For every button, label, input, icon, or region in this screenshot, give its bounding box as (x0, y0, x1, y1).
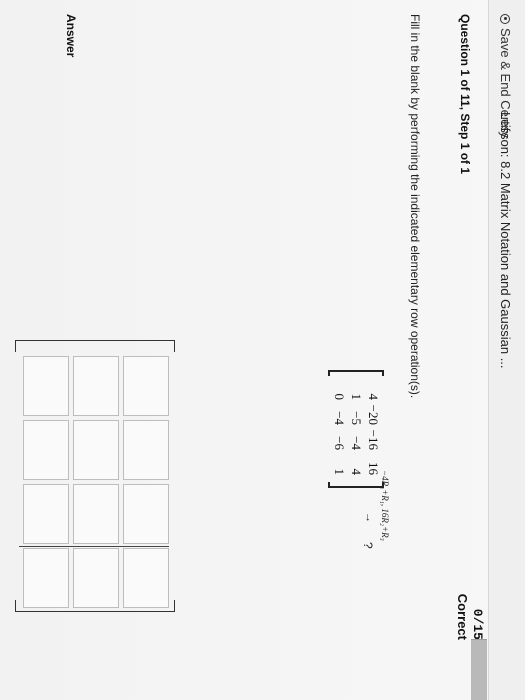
answer-left-bracket (15, 340, 175, 352)
right-arrow-icon: → (363, 512, 375, 523)
matrix-right-bracket (328, 482, 384, 488)
answer-cell-r2c1[interactable] (73, 356, 119, 416)
score-panel: 0/15 Correct (455, 594, 485, 640)
answer-cell-r1c4[interactable] (123, 548, 169, 608)
answer-cell-r3c1[interactable] (23, 356, 69, 416)
answer-cell-r1c1[interactable] (123, 356, 169, 416)
matrix-cell: 1 (349, 393, 364, 401)
matrix-cell: −6 (332, 436, 347, 450)
matrix-row: 1 −5 −4 4 (348, 378, 365, 478)
answer-cell-r3c3[interactable] (23, 484, 69, 544)
answer-cell-r2c2[interactable] (73, 420, 119, 480)
matrix-cell: 0 (332, 393, 347, 401)
matrix-cell: −20 (366, 404, 381, 425)
matrix-cell: −4 (349, 436, 364, 450)
row-operation-label: −4R₂+R₁, 16R₂+R₃ (380, 470, 390, 541)
answer-grid (23, 356, 169, 608)
matrix-row: 0 −4 −6 1 (331, 378, 348, 478)
given-matrix: 4 −20 −16 16 1 −5 −4 4 0 −4 −6 1 (328, 370, 384, 488)
save-circle-icon (500, 14, 511, 24)
lesson-title[interactable]: Lesson: 8.2 Matrix Notation and Gaussian… (498, 112, 513, 369)
question-page: Save & End Certify Lesson: 8.2 Matrix No… (0, 0, 525, 700)
answer-matrix (13, 340, 175, 612)
matrix-cell: 4 (349, 468, 364, 476)
matrix-row: 4 −20 −16 16 (365, 378, 382, 478)
unknown-result-mark: ? (361, 542, 375, 549)
matrix-cell: −5 (349, 411, 364, 425)
matrix-cell: −16 (366, 429, 381, 450)
matrix-left-bracket (328, 370, 384, 376)
answer-label: Answer (64, 14, 78, 58)
score-status: Correct (455, 593, 470, 640)
augmented-divider (19, 546, 169, 547)
instruction-text: Fill in the blank by performing the indi… (408, 14, 422, 399)
progress-bar (471, 639, 487, 700)
score-value: 0/15 (470, 608, 485, 640)
answer-cell-r3c2[interactable] (23, 420, 69, 480)
question-info: Question 1 of 11, Step 1 of 1 (458, 14, 472, 175)
top-bar: Save & End Certify Lesson: 8.2 Matrix No… (488, 0, 525, 700)
answer-cell-r2c4[interactable] (73, 548, 119, 608)
answer-cell-r1c3[interactable] (123, 484, 169, 544)
answer-cell-r3c4[interactable] (23, 548, 69, 608)
matrix-cell: −4 (332, 411, 347, 425)
answer-right-bracket (15, 600, 175, 612)
matrix-cell: 4 (366, 393, 381, 401)
answer-cell-r1c2[interactable] (123, 420, 169, 480)
matrix-cell: 1 (332, 468, 347, 476)
answer-cell-r2c3[interactable] (73, 484, 119, 544)
